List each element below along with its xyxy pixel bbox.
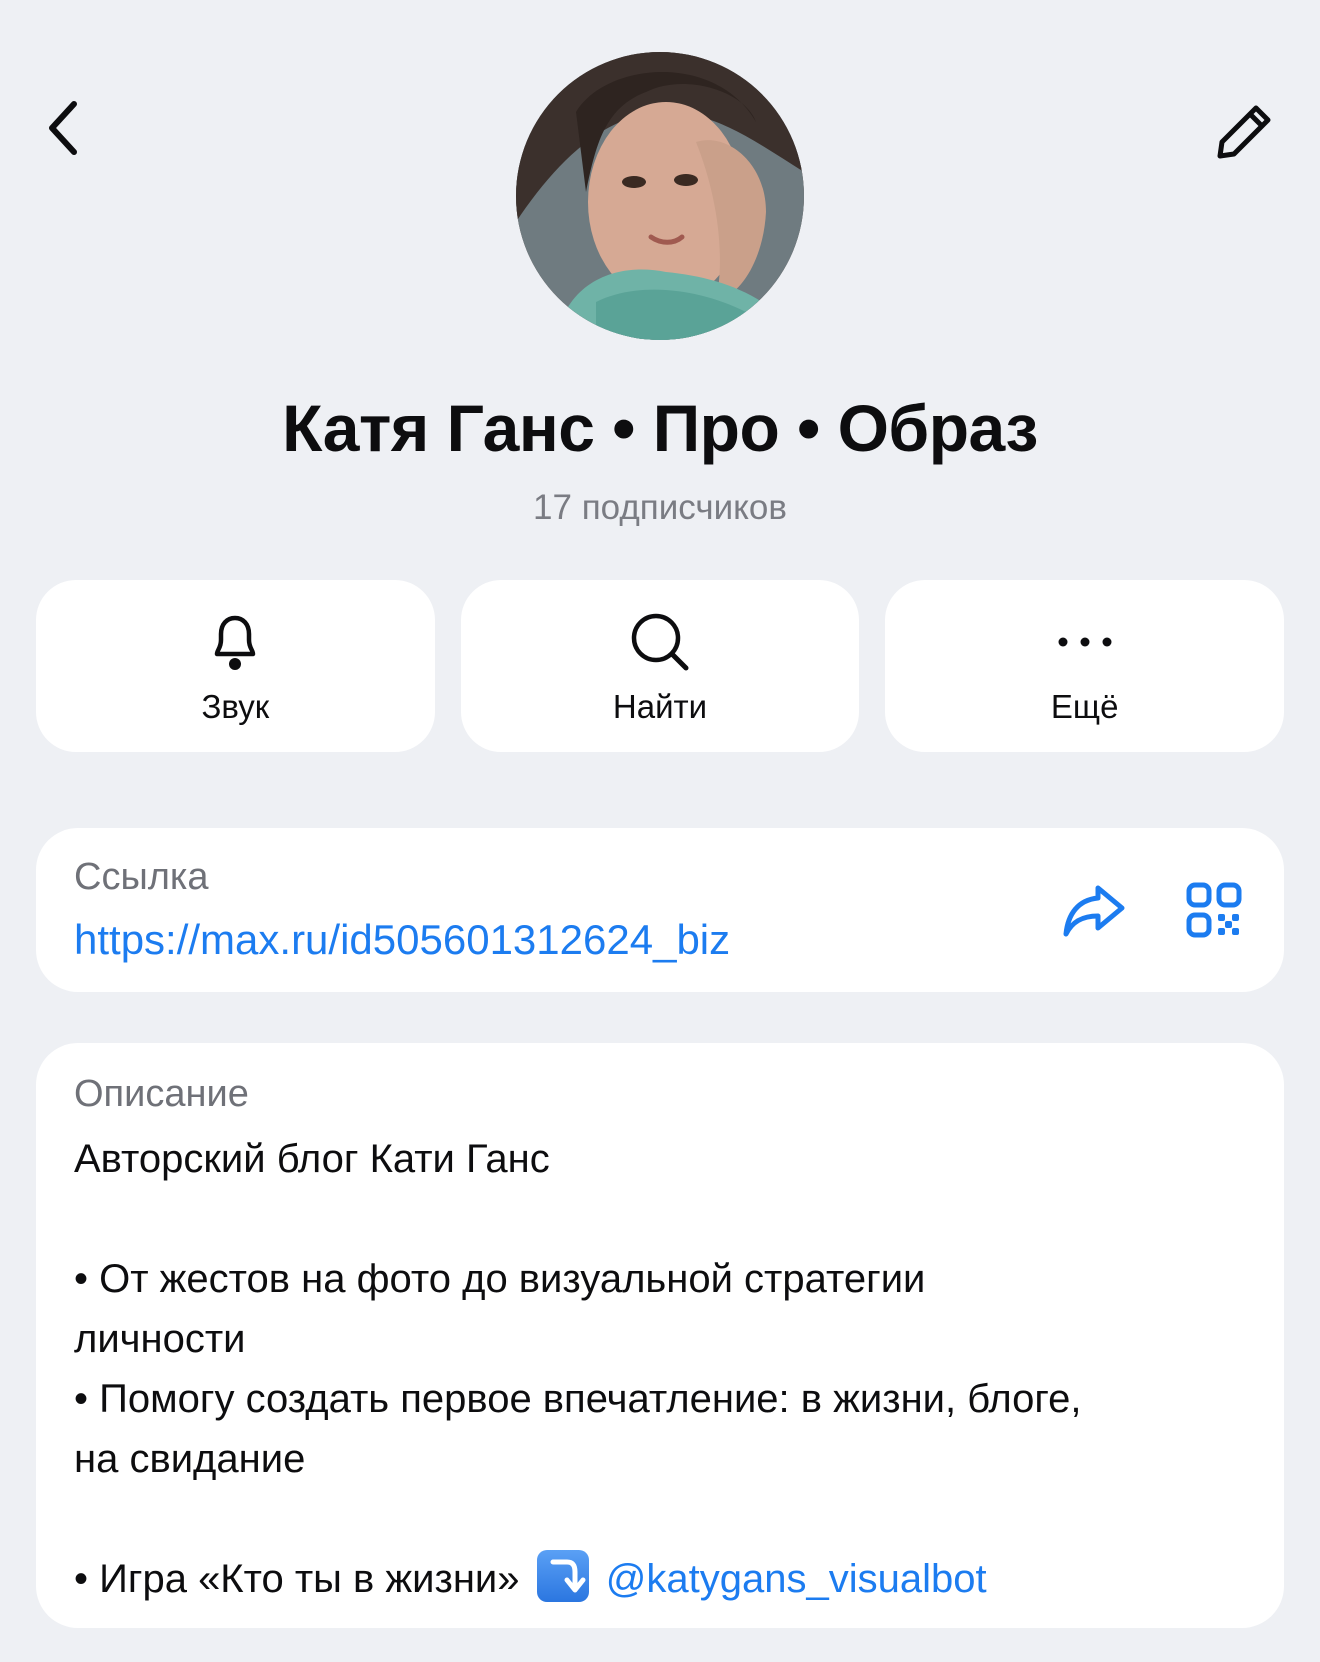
description-line-game: • Игра «Кто ты в жизни» @katygans_visual… [74,1549,1254,1609]
chevron-left-icon [49,101,77,155]
search-icon [628,610,692,674]
search-label: Найти [612,688,708,725]
more-button[interactable]: Ещё [885,580,1285,752]
channel-profile-page: Катя Ганс • Про • Образ 17 подписчиков З… [0,0,1320,1662]
description-line: • Помогу создать первое впечатление: в ж… [74,1377,1082,1421]
channel-title: Катя Ганс • Про • Образ [282,391,1038,465]
share-button[interactable] [1056,872,1132,948]
link-url[interactable]: https://max.ru/id505601312624_biz [74,916,730,964]
qr-code-button[interactable] [1176,872,1252,948]
bell-icon [203,610,267,674]
description-card: Описание Авторский блог Кати Ганс • От ж… [36,1043,1284,1628]
game-text: • Игра «Кто ты в жизни» [74,1557,520,1601]
sound-button[interactable]: Звук [36,580,435,752]
avatar-photo [516,52,804,340]
share-icon [1063,885,1125,937]
more-icon [1053,610,1117,674]
bot-mention-link[interactable]: @katygans_visualbot [606,1557,987,1601]
description-line: на свидание [74,1437,306,1481]
link-label: Ссылка [74,856,209,898]
description-line: Авторский блог Кати Ганс [74,1137,550,1181]
description-text: Авторский блог Кати Ганс • От жестов на … [74,1129,1254,1609]
back-button[interactable] [36,92,92,164]
description-label: Описание [74,1073,249,1115]
search-button[interactable]: Найти [460,580,860,752]
arrow-down-emoji-icon [536,1550,589,1602]
description-line: личности [74,1317,246,1361]
edit-button[interactable] [1204,92,1284,172]
subscriber-count: 17 подписчиков [533,488,787,527]
link-card: Ссылка https://max.ru/id505601312624_biz [36,828,1284,992]
action-bar: Звук Найти Ещё [36,580,1285,752]
sound-label: Звук [201,688,270,725]
avatar[interactable] [516,52,804,340]
qr-code-icon [1186,882,1242,938]
more-label: Ещё [1050,688,1119,725]
pencil-icon [1217,105,1271,159]
description-line: • От жестов на фото до визуальной страте… [74,1257,926,1301]
